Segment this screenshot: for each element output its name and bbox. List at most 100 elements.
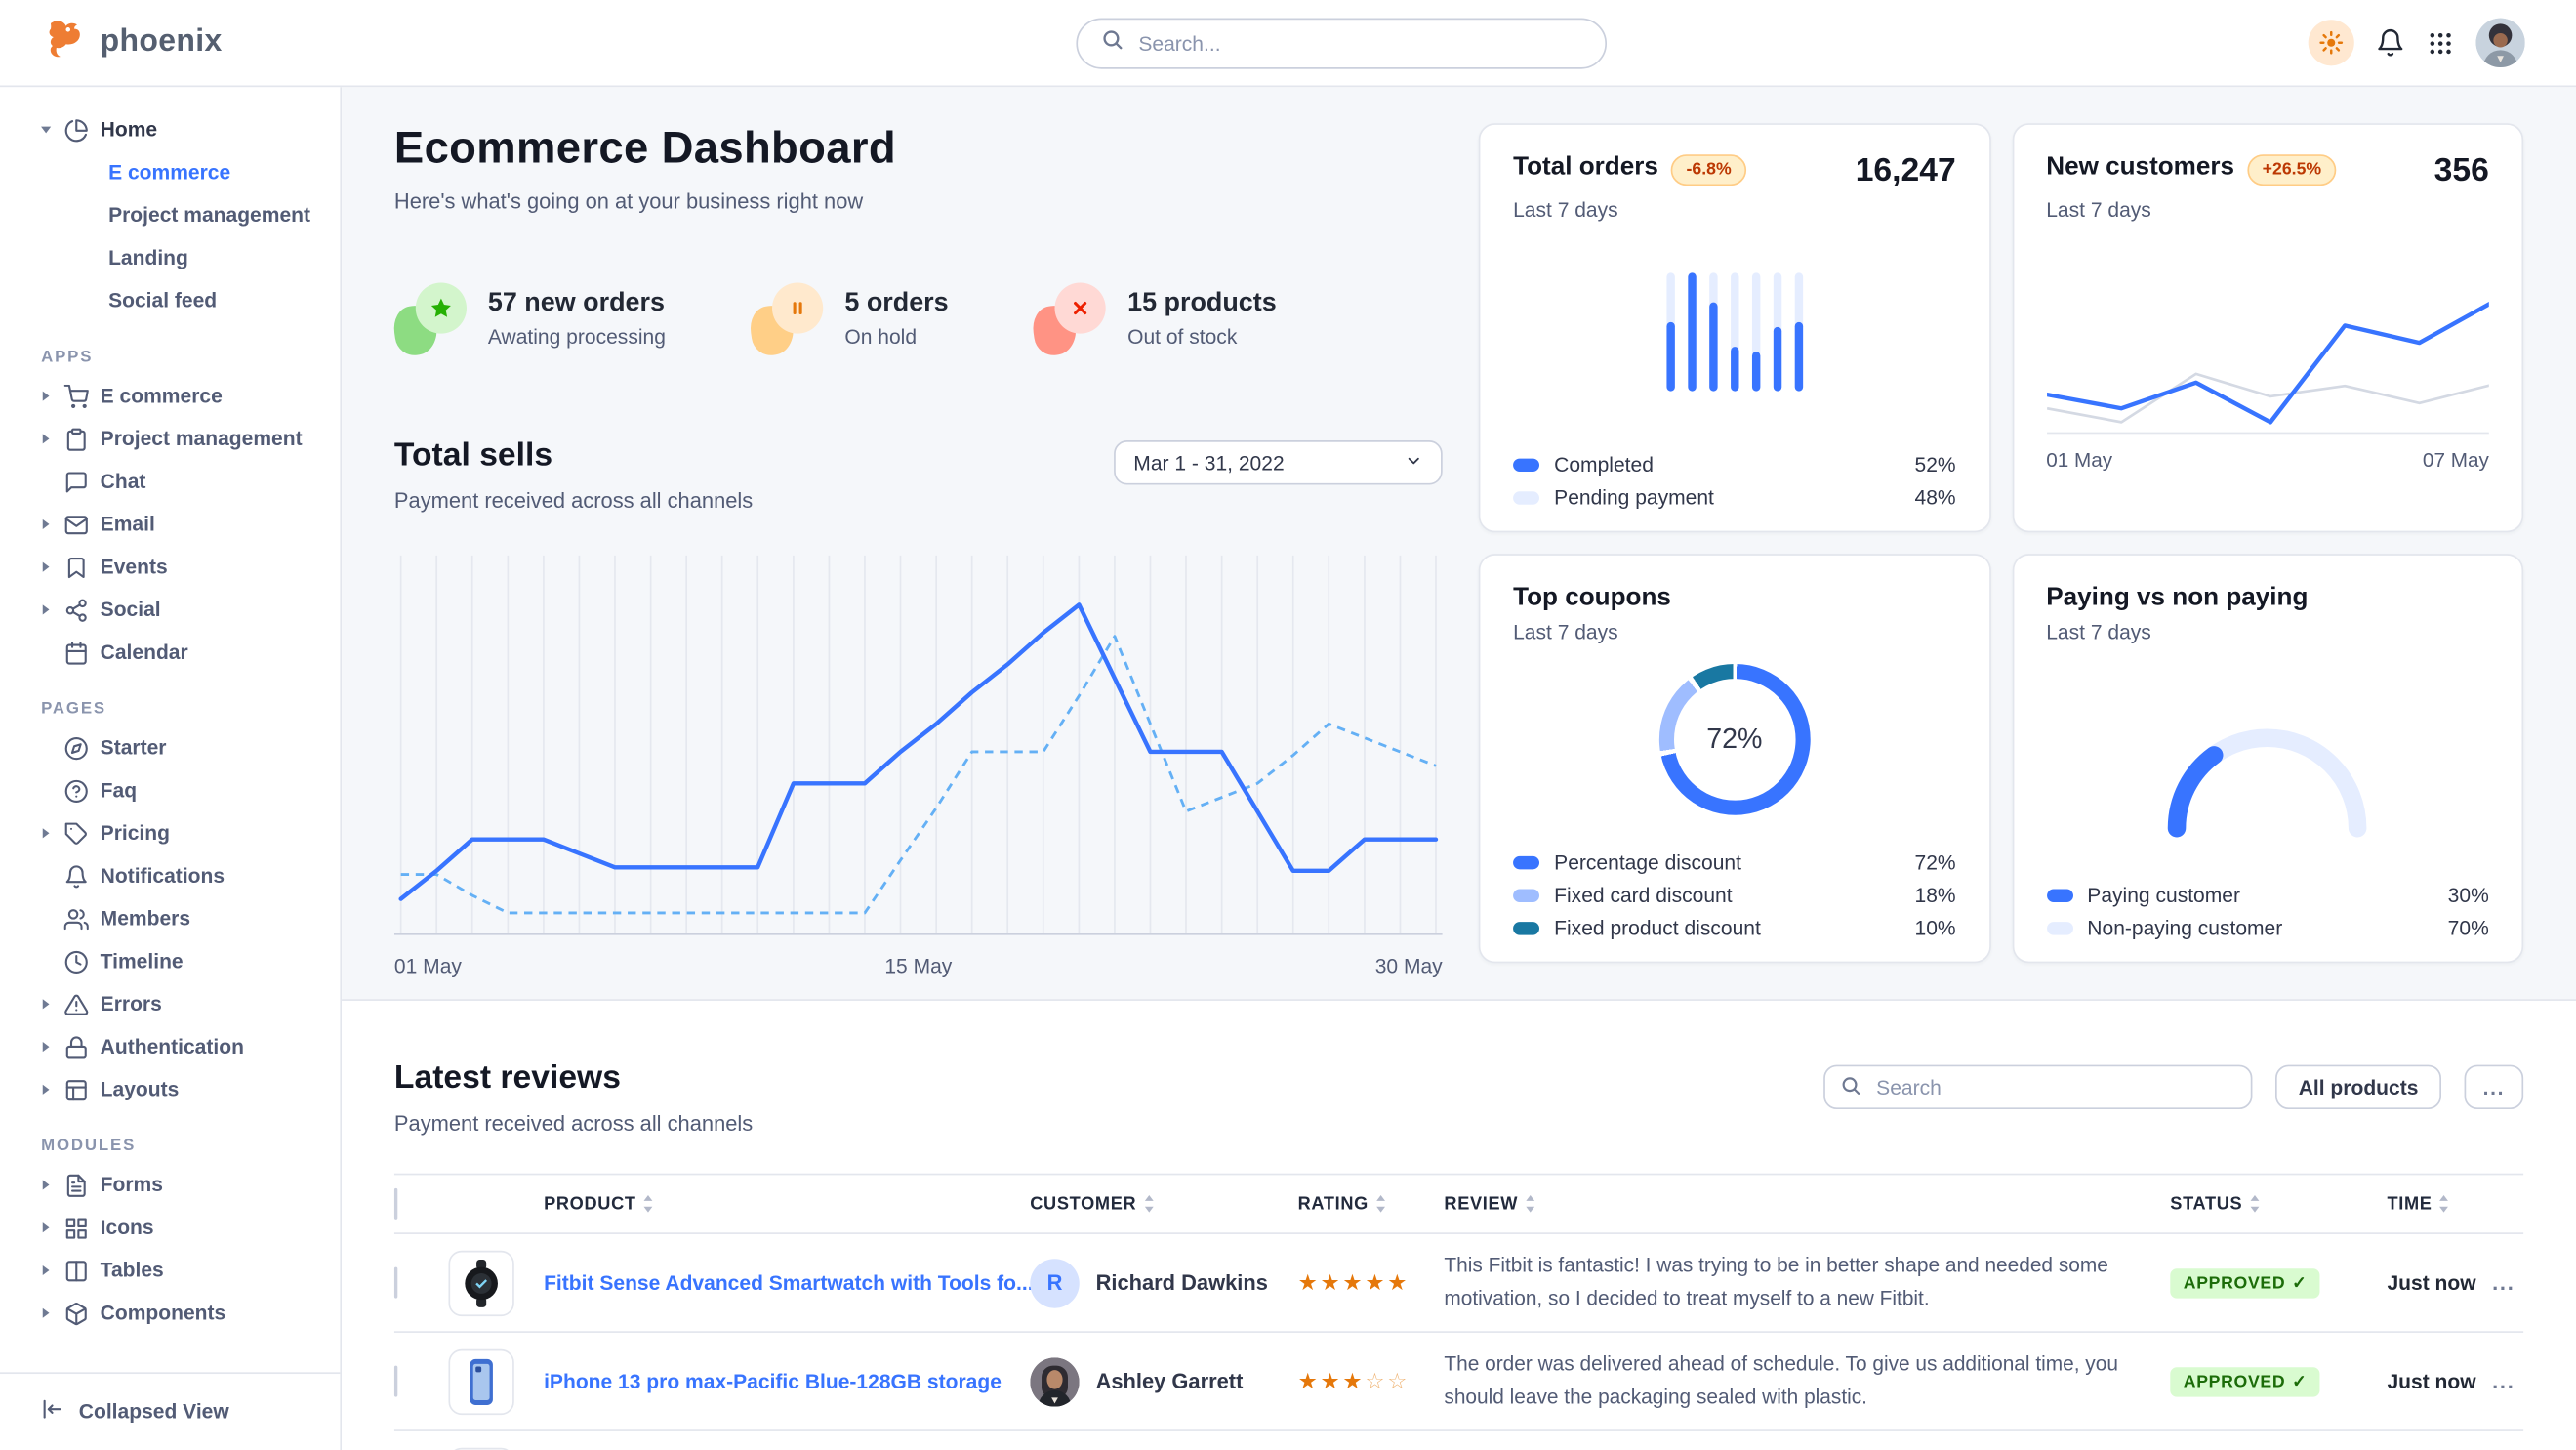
- card-title: Paying vs non paying: [2046, 583, 2308, 612]
- sidebar-item-chat[interactable]: Chat: [0, 460, 340, 503]
- date-range-select[interactable]: Mar 1 - 31, 2022: [1114, 440, 1443, 484]
- sidebar-item-faq[interactable]: Faq: [0, 769, 340, 812]
- row-checkbox[interactable]: [394, 1266, 397, 1298]
- card-period: Last 7 days: [1513, 621, 1956, 644]
- global-search[interactable]: [1076, 19, 1607, 69]
- column-header-time[interactable]: TIME: [2387, 1194, 2492, 1214]
- row-more-button[interactable]: ...: [2492, 1369, 2523, 1393]
- column-header-rating[interactable]: RATING: [1298, 1194, 1445, 1214]
- x-badge-icon: [1034, 282, 1106, 354]
- reviews-search-input[interactable]: [1823, 1065, 2252, 1109]
- legend-label: Fixed product discount: [1554, 917, 1761, 940]
- table-row: iPhone 13 pro max-Pacific Blue-128GB sto…: [394, 1333, 2523, 1431]
- column-header-status[interactable]: STATUS: [2170, 1194, 2387, 1214]
- sidebar-subitem-project-management[interactable]: Project management: [0, 194, 340, 237]
- coupons-legend-item: Percentage discount 72%: [1513, 851, 1956, 875]
- order-bar: [1731, 272, 1738, 391]
- sidebar-item-notifications[interactable]: Notifications: [0, 854, 340, 897]
- caret-right-icon: [38, 519, 53, 529]
- customer-name: Ashley Garrett: [1096, 1369, 1244, 1393]
- more-options-button[interactable]: ...: [2465, 1065, 2524, 1109]
- order-bar: [1752, 272, 1760, 391]
- product-link[interactable]: iPhone 13 pro max-Pacific Blue-128GB sto…: [544, 1370, 1002, 1393]
- x-tick: 07 May: [2423, 448, 2489, 472]
- clock-icon: [64, 949, 89, 974]
- orders-legend: Completed 52% Pending payment 48%: [1513, 443, 1956, 509]
- share-icon: [64, 598, 89, 622]
- legend-value: 48%: [1915, 486, 1956, 510]
- status-badge: APPROVED ✓: [2170, 1268, 2320, 1298]
- top-coupons-card: Top coupons Last 7 days 72% Percentage d…: [1479, 554, 1990, 963]
- cart-icon: [64, 384, 89, 408]
- coupons-legend: Percentage discount 72% Fixed card disco…: [1513, 842, 1956, 940]
- sidebar-item-members[interactable]: Members: [0, 897, 340, 940]
- sidebar-item-events[interactable]: Events: [0, 546, 340, 589]
- status-badge: APPROVED ✓: [2170, 1367, 2320, 1396]
- x-tick: 01 May: [394, 955, 462, 978]
- review-time: Just now: [2387, 1271, 2492, 1295]
- sidebar-item-social[interactable]: Social: [0, 589, 340, 632]
- coupons-legend-item: Fixed product discount 10%: [1513, 917, 1956, 940]
- sidebar-item-pricing[interactable]: Pricing: [0, 811, 340, 854]
- select-all-checkbox[interactable]: [394, 1187, 397, 1219]
- sidebar-item-authentication[interactable]: Authentication: [0, 1025, 340, 1068]
- sidebar-item-starter[interactable]: Starter: [0, 726, 340, 769]
- sidebar-item-components[interactable]: Components: [0, 1292, 340, 1335]
- legend-value: 70%: [2448, 917, 2489, 940]
- reviews-search[interactable]: [1823, 1065, 2252, 1109]
- column-header-product[interactable]: PRODUCT: [544, 1194, 1030, 1214]
- legend-swatch: [1513, 890, 1539, 902]
- collapse-sidebar-button[interactable]: Collapsed View: [0, 1371, 340, 1450]
- sidebar-item-errors[interactable]: Errors: [0, 982, 340, 1025]
- date-range-value: Mar 1 - 31, 2022: [1133, 451, 1284, 475]
- order-bar: [1666, 272, 1674, 391]
- sidebar-subitem-social-feed[interactable]: Social feed: [0, 279, 340, 322]
- sidebar-subitem-landing[interactable]: Landing: [0, 236, 340, 279]
- caret-right-icon: [38, 828, 53, 838]
- row-checkbox[interactable]: [394, 1365, 397, 1396]
- check-icon: ✓: [2292, 1273, 2307, 1293]
- paying-vs-nonpaying-card: Paying vs non paying Last 7 days Paying …: [2012, 554, 2523, 963]
- apps-grid-icon[interactable]: [2427, 28, 2455, 57]
- table-icon: [64, 1258, 89, 1282]
- sidebar-item-tables[interactable]: Tables: [0, 1249, 340, 1292]
- column-header-review[interactable]: REVIEW: [1444, 1194, 2170, 1214]
- row-more-button[interactable]: ...: [2492, 1270, 2523, 1295]
- paying-gauge-chart: [2145, 700, 2391, 849]
- user-avatar[interactable]: [2475, 19, 2524, 67]
- card-title: New customers: [2046, 153, 2234, 183]
- sidebar-item-layouts[interactable]: Layouts: [0, 1068, 340, 1111]
- lock-icon: [64, 1034, 89, 1058]
- theme-toggle-sun-icon[interactable]: [2309, 20, 2354, 65]
- question-icon: [64, 778, 89, 803]
- total-sells-subtitle: Payment received across all channels: [394, 488, 1443, 513]
- column-header-customer[interactable]: CUSTOMER: [1030, 1194, 1297, 1214]
- all-products-button[interactable]: All products: [2275, 1065, 2441, 1109]
- sidebar-item-calendar[interactable]: Calendar: [0, 631, 340, 674]
- customer-cell: Ashley Garrett: [1030, 1356, 1297, 1405]
- product-link[interactable]: Fitbit Sense Advanced Smartwatch with To…: [544, 1271, 1033, 1295]
- global-search-input[interactable]: [1138, 32, 1581, 56]
- notifications-bell-icon[interactable]: [2376, 28, 2405, 58]
- sidebar-item-forms[interactable]: Forms: [0, 1164, 340, 1207]
- sidebar-item-icons[interactable]: Icons: [0, 1206, 340, 1249]
- app-root: phoenix HomeE comm: [0, 0, 2576, 1450]
- legend-swatch: [1513, 459, 1539, 472]
- sidebar-item-email[interactable]: Email: [0, 503, 340, 546]
- phoenix-logo-icon: [41, 17, 85, 69]
- sidebar-item-e-commerce[interactable]: E commerce: [0, 375, 340, 418]
- sidebar-subitem-e-commerce[interactable]: E commerce: [0, 151, 340, 194]
- brand-logo[interactable]: phoenix: [0, 17, 342, 69]
- legend-label: Fixed card discount: [1554, 884, 1732, 907]
- new-customers-x-axis: 01 May 07 May: [2046, 433, 2489, 472]
- review-time: Just now: [2387, 1370, 2492, 1393]
- caret-right-icon: [38, 562, 53, 572]
- card-value: 356: [2434, 153, 2489, 191]
- sidebar-item-project-management[interactable]: Project management: [0, 417, 340, 460]
- customer-cell: RRichard Dawkins: [1030, 1258, 1297, 1306]
- legend-label: Non-paying customer: [2087, 917, 2282, 940]
- sidebar-item-home[interactable]: Home: [0, 108, 340, 151]
- envelope-icon: [64, 512, 89, 536]
- card-period: Last 7 days: [2046, 621, 2489, 644]
- sidebar-item-timeline[interactable]: Timeline: [0, 940, 340, 983]
